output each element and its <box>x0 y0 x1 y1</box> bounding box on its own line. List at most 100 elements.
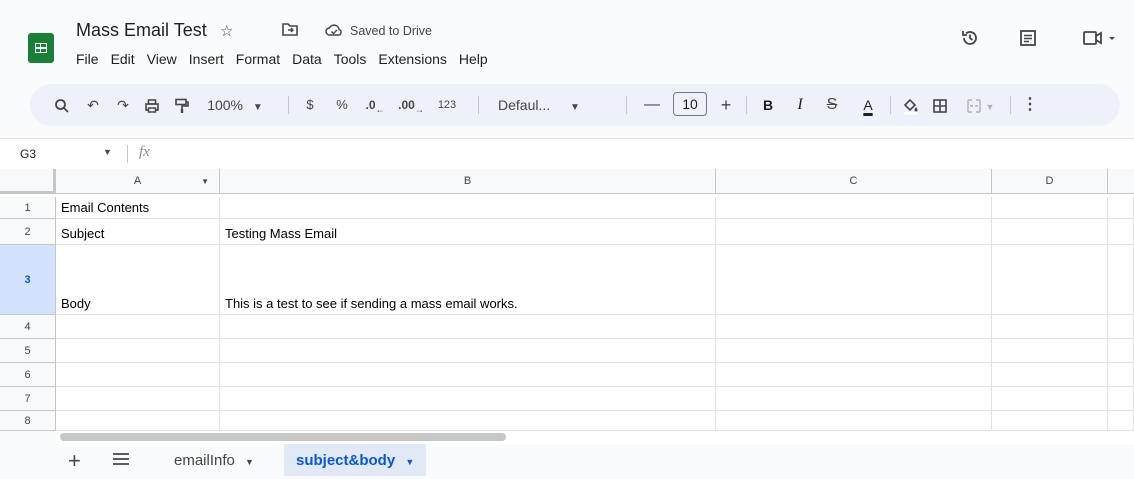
text-color-button[interactable]: A <box>856 84 880 126</box>
cell-b6[interactable] <box>220 363 716 387</box>
cell-a3[interactable]: Body <box>56 245 220 315</box>
cell-a4[interactable] <box>56 315 220 339</box>
cell-d5[interactable] <box>992 339 1108 363</box>
menu-tools[interactable]: Tools <box>328 51 373 67</box>
font-select[interactable]: Defaul... ▼ <box>488 84 596 126</box>
sheet-tab-emailinfo[interactable]: emailInfo ▼ <box>162 444 266 476</box>
column-header-c[interactable]: C <box>716 169 992 194</box>
move-folder-icon[interactable] <box>282 22 298 40</box>
menu-help[interactable]: Help <box>453 51 494 67</box>
row-header-6[interactable]: 6 <box>0 363 56 387</box>
sheets-logo[interactable] <box>28 33 54 63</box>
formula-input[interactable] <box>170 145 1110 163</box>
row-header-8[interactable]: 8 <box>0 411 56 431</box>
meet-video-icon[interactable] <box>1082 28 1122 54</box>
menu-extensions[interactable]: Extensions <box>372 51 452 67</box>
cell-a6[interactable] <box>56 363 220 387</box>
cell-c6[interactable] <box>716 363 992 387</box>
paint-format-icon[interactable] <box>170 84 194 126</box>
cell-c7[interactable] <box>716 387 992 411</box>
cell-b3[interactable]: This is a test to see if sending a mass … <box>220 245 716 315</box>
cell-e6[interactable] <box>1108 363 1134 387</box>
cloud-saved-icon[interactable] <box>325 23 343 41</box>
cell-d1[interactable] <box>992 197 1108 219</box>
cell-a1[interactable]: Email Contents <box>56 197 220 219</box>
cell-e7[interactable] <box>1108 387 1134 411</box>
cell-e5[interactable] <box>1108 339 1134 363</box>
cell-b1[interactable] <box>220 197 716 219</box>
cell-e2[interactable] <box>1108 219 1134 245</box>
borders-icon[interactable] <box>928 84 952 126</box>
horizontal-scroll-thumb[interactable] <box>60 433 506 441</box>
chevron-down-icon[interactable]: ▼ <box>103 147 112 157</box>
redo-icon[interactable]: ↷ <box>112 84 134 126</box>
italic-button[interactable]: I <box>788 84 812 126</box>
column-header-d[interactable]: D <box>992 169 1108 194</box>
menu-format[interactable]: Format <box>230 51 286 67</box>
decrease-decimal-button[interactable]: .0← <box>360 84 390 126</box>
increase-decimal-button[interactable]: .00→ <box>394 84 428 126</box>
cell-a7[interactable] <box>56 387 220 411</box>
row-header-2[interactable]: 2 <box>0 219 56 245</box>
column-header-e[interactable] <box>1108 169 1134 194</box>
chevron-down-icon[interactable]: ▼ <box>245 457 254 467</box>
cell-b2[interactable]: Testing Mass Email <box>220 219 716 245</box>
undo-icon[interactable]: ↶ <box>82 84 104 126</box>
row-header-4[interactable]: 4 <box>0 315 56 339</box>
bold-button[interactable]: B <box>756 84 780 126</box>
cell-d6[interactable] <box>992 363 1108 387</box>
more-formats-button[interactable]: 123 <box>432 84 462 126</box>
sheet-tab-subject-body[interactable]: subject&body ▼ <box>284 444 427 476</box>
row-header-7[interactable]: 7 <box>0 387 56 411</box>
cell-d3[interactable] <box>992 245 1108 315</box>
cell-e1[interactable] <box>1108 197 1134 219</box>
cell-d7[interactable] <box>992 387 1108 411</box>
fill-color-icon[interactable] <box>898 84 924 126</box>
row-header-3[interactable]: 3 <box>0 245 56 315</box>
cell-e3[interactable] <box>1108 245 1134 315</box>
cell-c4[interactable] <box>716 315 992 339</box>
print-icon[interactable] <box>140 84 164 126</box>
zoom-select[interactable]: 100% ▼ <box>200 84 270 126</box>
cell-d2[interactable] <box>992 219 1108 245</box>
cell-e8[interactable] <box>1108 411 1134 431</box>
cell-b4[interactable] <box>220 315 716 339</box>
menu-file[interactable]: File <box>70 51 105 67</box>
cell-c3[interactable] <box>716 245 992 315</box>
cell-c1[interactable] <box>716 197 992 219</box>
font-size-input[interactable]: 10 <box>673 92 707 116</box>
add-sheet-icon[interactable]: + <box>68 448 81 474</box>
decrease-font-size-button[interactable]: — <box>640 84 664 126</box>
currency-format-button[interactable]: $ <box>298 84 322 126</box>
row-header-1[interactable]: 1 <box>0 197 56 219</box>
merge-cells-icon[interactable]: ▼ <box>960 84 1000 126</box>
cell-a2[interactable]: Subject <box>56 219 220 245</box>
cell-b5[interactable] <box>220 339 716 363</box>
strikethrough-icon[interactable]: S <box>820 84 844 126</box>
filter-dropdown-icon[interactable]: ▼ <box>201 169 209 194</box>
cell-e4[interactable] <box>1108 315 1134 339</box>
percent-format-button[interactable]: % <box>330 84 354 126</box>
cell-a8[interactable] <box>56 411 220 431</box>
cell-c8[interactable] <box>716 411 992 431</box>
increase-font-size-button[interactable]: + <box>714 84 738 126</box>
cell-a5[interactable] <box>56 339 220 363</box>
column-header-b[interactable]: B <box>220 169 716 194</box>
document-title[interactable]: Mass Email Test <box>76 20 207 41</box>
cell-d8[interactable] <box>992 411 1108 431</box>
search-menus-icon[interactable] <box>50 84 74 126</box>
all-sheets-menu-icon[interactable] <box>112 452 130 471</box>
cell-c5[interactable] <box>716 339 992 363</box>
column-header-a[interactable]: A ▼ <box>56 169 220 194</box>
version-history-icon[interactable] <box>960 28 980 54</box>
cell-d4[interactable] <box>992 315 1108 339</box>
more-options-button[interactable]: ⋮ <box>1020 84 1040 126</box>
chevron-down-icon[interactable]: ▼ <box>405 457 414 467</box>
select-all-corner[interactable] <box>0 169 56 194</box>
cell-b7[interactable] <box>220 387 716 411</box>
name-box[interactable]: G3 <box>20 147 36 161</box>
cell-b8[interactable] <box>220 411 716 431</box>
comments-icon[interactable] <box>1018 28 1038 54</box>
star-icon[interactable]: ☆ <box>220 22 233 40</box>
menu-data[interactable]: Data <box>286 51 328 67</box>
